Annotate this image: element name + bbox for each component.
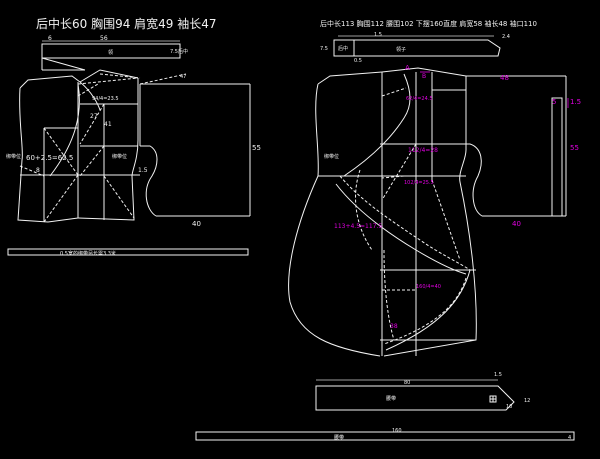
- right-calc1: 62/4=24.5: [406, 96, 433, 102]
- right-belt-e: 12: [524, 398, 530, 404]
- left-collar-length: 56: [100, 35, 108, 42]
- right-hem-height: 4: [568, 435, 571, 441]
- right-collar-b: 1.5: [374, 32, 382, 38]
- right-belt-d: 10: [506, 404, 512, 410]
- right-hem-strip: 160 腰带 4: [195, 428, 575, 441]
- left-d40: 40: [192, 220, 201, 228]
- right-body: A B 48 5 1.5 55 40 62/4=24.5 112/4=28 10…: [288, 64, 581, 357]
- left-sleeve-angle: 47: [180, 74, 186, 80]
- right-d38: 38: [390, 323, 398, 330]
- right-hem-name: 腰带: [334, 435, 344, 441]
- left-tie-strip-label: 0.5宽的绑带另长需3.3米: [60, 250, 116, 257]
- left-d41: 41: [104, 121, 112, 128]
- left-body: 47 94/4=23.5 27 41 60+2.5=62.5 8 绑带位 绑带位…: [6, 69, 261, 228]
- right-d40: 40: [512, 220, 521, 228]
- right-belt: 80 1.5 腰带 10 12: [315, 372, 530, 411]
- pattern-canvas: 后中长60 胸围94 肩宽49 袖长47 后中长113 胸围112 腰围102 …: [0, 0, 600, 459]
- right-calc4: 113+4.5=117.5: [334, 223, 382, 230]
- right-collar-center: 后中: [338, 45, 348, 52]
- left-tie-strip: 0.5宽的绑带另长需3.3米: [7, 248, 249, 257]
- left-collar: 6 56 领 7.5 后中: [41, 35, 188, 71]
- right-collar-c: 2.4: [502, 34, 510, 40]
- left-d15: 1.5: [138, 167, 148, 174]
- pattern-drawing: 后中长60 胸围94 肩宽49 袖长47 后中长113 胸围112 腰围102 …: [6, 16, 581, 441]
- left-collar-center: 后中: [178, 48, 188, 55]
- right-belt-width: 80: [404, 380, 410, 386]
- left-title: 后中长60 胸围94 肩宽49 袖长47: [36, 16, 217, 31]
- left-tie-right: 绑带位: [112, 153, 127, 160]
- right-d48: 48: [500, 74, 509, 82]
- left-front-calc: 60+2.5=62.5: [26, 154, 73, 162]
- right-d5: 5: [552, 98, 556, 106]
- right-calc2: 112/4=28: [408, 147, 438, 154]
- left-collar-height: 7.5: [170, 49, 178, 55]
- right-title: 后中长113 胸围112 腰围102 下摆160直度 肩宽58 袖长48 袖口1…: [320, 19, 537, 28]
- right-collar-a: 0.5: [354, 58, 362, 64]
- right-hem-length: 160: [392, 428, 402, 434]
- right-collar-name: 领子: [396, 46, 406, 53]
- right-d15: 1.5: [570, 98, 581, 106]
- right-belt-name: 腰带: [386, 396, 396, 402]
- right-collar: 7.5 后中 0.5 1.5 领子 2.4: [320, 32, 510, 64]
- right-d55: 55: [570, 144, 579, 152]
- right-belt-height: 1.5: [494, 372, 502, 378]
- right-tie-label: 绑带位: [324, 153, 339, 160]
- left-tie-left: 绑带位: [6, 153, 21, 160]
- left-chest-calc: 94/4=23.5: [92, 96, 119, 102]
- right-collar-height: 7.5: [320, 46, 328, 52]
- right-calc5: 160/4=40: [416, 284, 441, 290]
- right-calc3: 102/4=25.5: [404, 180, 434, 186]
- left-d27: 27: [90, 113, 98, 120]
- left-d8: 8: [36, 167, 40, 174]
- right-mark-b: B: [422, 73, 426, 80]
- left-d55: 55: [252, 144, 261, 152]
- right-mark-a: A: [405, 64, 410, 72]
- left-collar-name: 领: [108, 49, 113, 56]
- left-collar-width: 6: [48, 35, 52, 42]
